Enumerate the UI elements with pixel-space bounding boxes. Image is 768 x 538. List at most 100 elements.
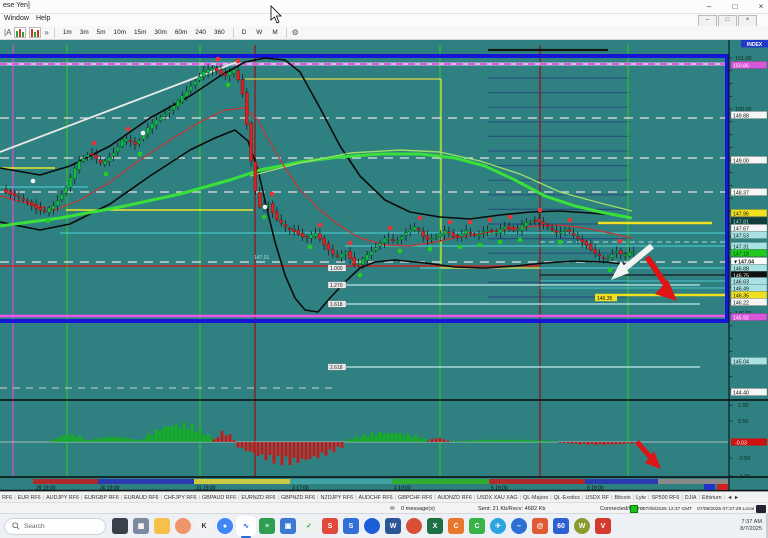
taskbar-app-chat-blue[interactable] [364,518,380,534]
macd-bar [131,438,134,442]
instrument-tab-eur-rf6[interactable]: EUR RF6 [16,495,43,501]
instrument-tab-usdx-rf[interactable]: USDX RF [583,495,611,501]
taskbar-app-excel[interactable]: X [427,518,443,534]
taskbar-app-word-blue[interactable]: W [385,518,401,534]
taskbar-app-k-editor[interactable]: K [196,518,212,534]
timeframe-button-10m[interactable]: 10m [111,27,129,38]
instrument-tab-rf6[interactable]: RF6 [0,495,14,501]
timeframe-button-1m[interactable]: 1m [60,27,75,38]
macd-bar [123,437,126,442]
chart-canvas[interactable]: 151.00150.00146.001.000.50-0.50-1.00150.… [0,40,768,491]
taskbar-app-mail-orange[interactable]: @ [532,518,548,534]
instrument-tab-usdx-xau-xag[interactable]: USDX XAU XAG [475,495,519,501]
macd-bar [313,442,316,456]
instrument-tab-eurnzd-rf6[interactable]: EURNZD RF6 [239,495,277,501]
macd-bar [71,434,74,442]
toolbar-overflow-chevron[interactable]: » [44,28,48,38]
candle [26,201,29,203]
taskbar-app-blue-dash[interactable]: – [511,518,527,534]
timeframe-button-5m[interactable]: 5m [94,27,109,38]
buy-signal-dot [498,240,503,245]
instrument-tab-chfjpy-rf6[interactable]: CHFJPY RF6 [162,495,199,501]
timeframe-button-3m[interactable]: 3m [77,27,92,38]
macd-value-label: -0.03 [735,440,747,446]
period-button-W[interactable]: W [253,27,265,38]
instrument-tab-ql-exotics[interactable]: QL-Exotics [552,495,582,501]
macd-bar [321,442,324,453]
instrument-tab-sp500-rf6[interactable]: SP500 RF6 [649,495,681,501]
taskbar-app-trading-platform[interactable]: ∿ [238,518,254,534]
macd-bar [435,439,438,442]
instrument-tab-gbpchf-rf6[interactable]: GBPCHF RF6 [396,495,434,501]
timeframe-button-60m[interactable]: 60m [172,27,190,38]
instrument-tab-ql-majors[interactable]: QL-Majors [521,495,550,501]
timeframe-button-15m[interactable]: 15m [131,27,149,38]
macd-bar [107,437,110,442]
candle-chart-icon-2[interactable] [29,27,41,38]
period-button-M[interactable]: M [269,27,280,38]
taskbar-app-ledger-green[interactable]: ≡ [259,518,275,534]
candle-chart-icon[interactable] [14,27,26,38]
menu-help[interactable]: Help [36,15,50,22]
taskbar-app-check-green[interactable]: ✓ [301,518,317,534]
macd-bar [611,442,614,444]
instrument-tab-ethirium[interactable]: Ethirium [700,495,724,501]
taskbar-app-calculator[interactable]: ▦ [133,518,149,534]
instrument-tab-audchf-rf6[interactable]: AUDCHF RF6 [356,495,394,501]
taskbar-app-blue-60[interactable]: 60 [553,518,569,534]
search-icon [12,522,20,530]
candle [482,232,485,233]
instrument-tab--[interactable]: ◄ ► [725,495,741,501]
sell-signal-dot [270,192,275,197]
macd-bar [135,440,138,442]
taskbar-app-s-blue[interactable]: S [343,518,359,534]
mail-icon[interactable]: ✉ [390,506,395,512]
taskbar-app-c-green[interactable]: C [469,518,485,534]
window-close-button[interactable]: × [750,0,768,13]
instrument-tab-gbpnzd-rf6[interactable]: GBPNZD RF6 [279,495,317,501]
candle [310,235,313,238]
macd-bar [163,427,166,442]
macd-bar [391,433,394,442]
taskbar-clock[interactable]: 7:37 AM 8/7/2025 [740,519,762,533]
search-input[interactable]: Search [4,518,106,535]
corner-tag-red[interactable] [717,484,728,490]
taskbar-app-chrome[interactable]: ● [217,518,233,534]
instrument-tab-djia[interactable]: DJIA [683,495,699,501]
font-tool-icon[interactable]: |A [4,28,11,38]
taskbar-app-v-shield[interactable]: V [595,518,611,534]
settings-gear-icon[interactable]: ⚙ [292,28,299,38]
instrument-tab-euraud-rf6[interactable]: EURAUD RF6 [122,495,160,501]
taskbar-app-telegram[interactable]: ✈ [490,518,506,534]
macd-bar [203,435,206,442]
status-chart-icon[interactable] [756,505,766,513]
taskbar-app-red-circle-app[interactable] [406,518,422,534]
instrument-tab-eurgbp-rf6[interactable]: EURGBP RF6 [82,495,120,501]
timeframe-button-240[interactable]: 240 [192,27,209,38]
macd-bar [151,435,154,442]
buy-signal-dot [358,273,363,278]
taskbar-app-dark-app[interactable] [112,518,128,534]
taskbar-app-file-explorer[interactable] [154,518,170,534]
taskbar-app-camtasia-orange[interactable]: C [448,518,464,534]
period-button-D[interactable]: D [239,27,250,38]
instrument-tab-gbpaud-rf6[interactable]: GBPAUD RF6 [200,495,238,501]
taskbar-app-s-red[interactable]: S [322,518,338,534]
taskbar-app-w-olive[interactable]: W [574,518,590,534]
candle [91,153,94,155]
instrument-tab-bitcoin[interactable]: Bitcoin [612,495,632,501]
instrument-tab-audjpy-rf6[interactable]: AUDJPY RF6 [44,495,81,501]
timeframe-button-360[interactable]: 360 [211,27,228,38]
taskbar-app-peach-app[interactable] [175,518,191,534]
corner-tag-blue[interactable] [704,484,715,490]
taskbar-app-photos-blue[interactable]: ▣ [280,518,296,534]
instrument-tab-nzdjpy-rf6[interactable]: NZDJPY RF6 [319,495,356,501]
buy-signal-dot [308,245,313,250]
menu-window[interactable]: Window [4,15,29,22]
macd-bar [503,440,506,442]
window-maximize-button[interactable]: □ [724,0,746,13]
instrument-tab-audnzd-rf6[interactable]: AUDNZD RF6 [436,495,474,501]
timeframe-button-30m[interactable]: 30m [151,27,169,38]
window-minimize-button[interactable]: – [698,0,720,13]
instrument-tab-lyte[interactable]: Lyte [634,495,648,501]
